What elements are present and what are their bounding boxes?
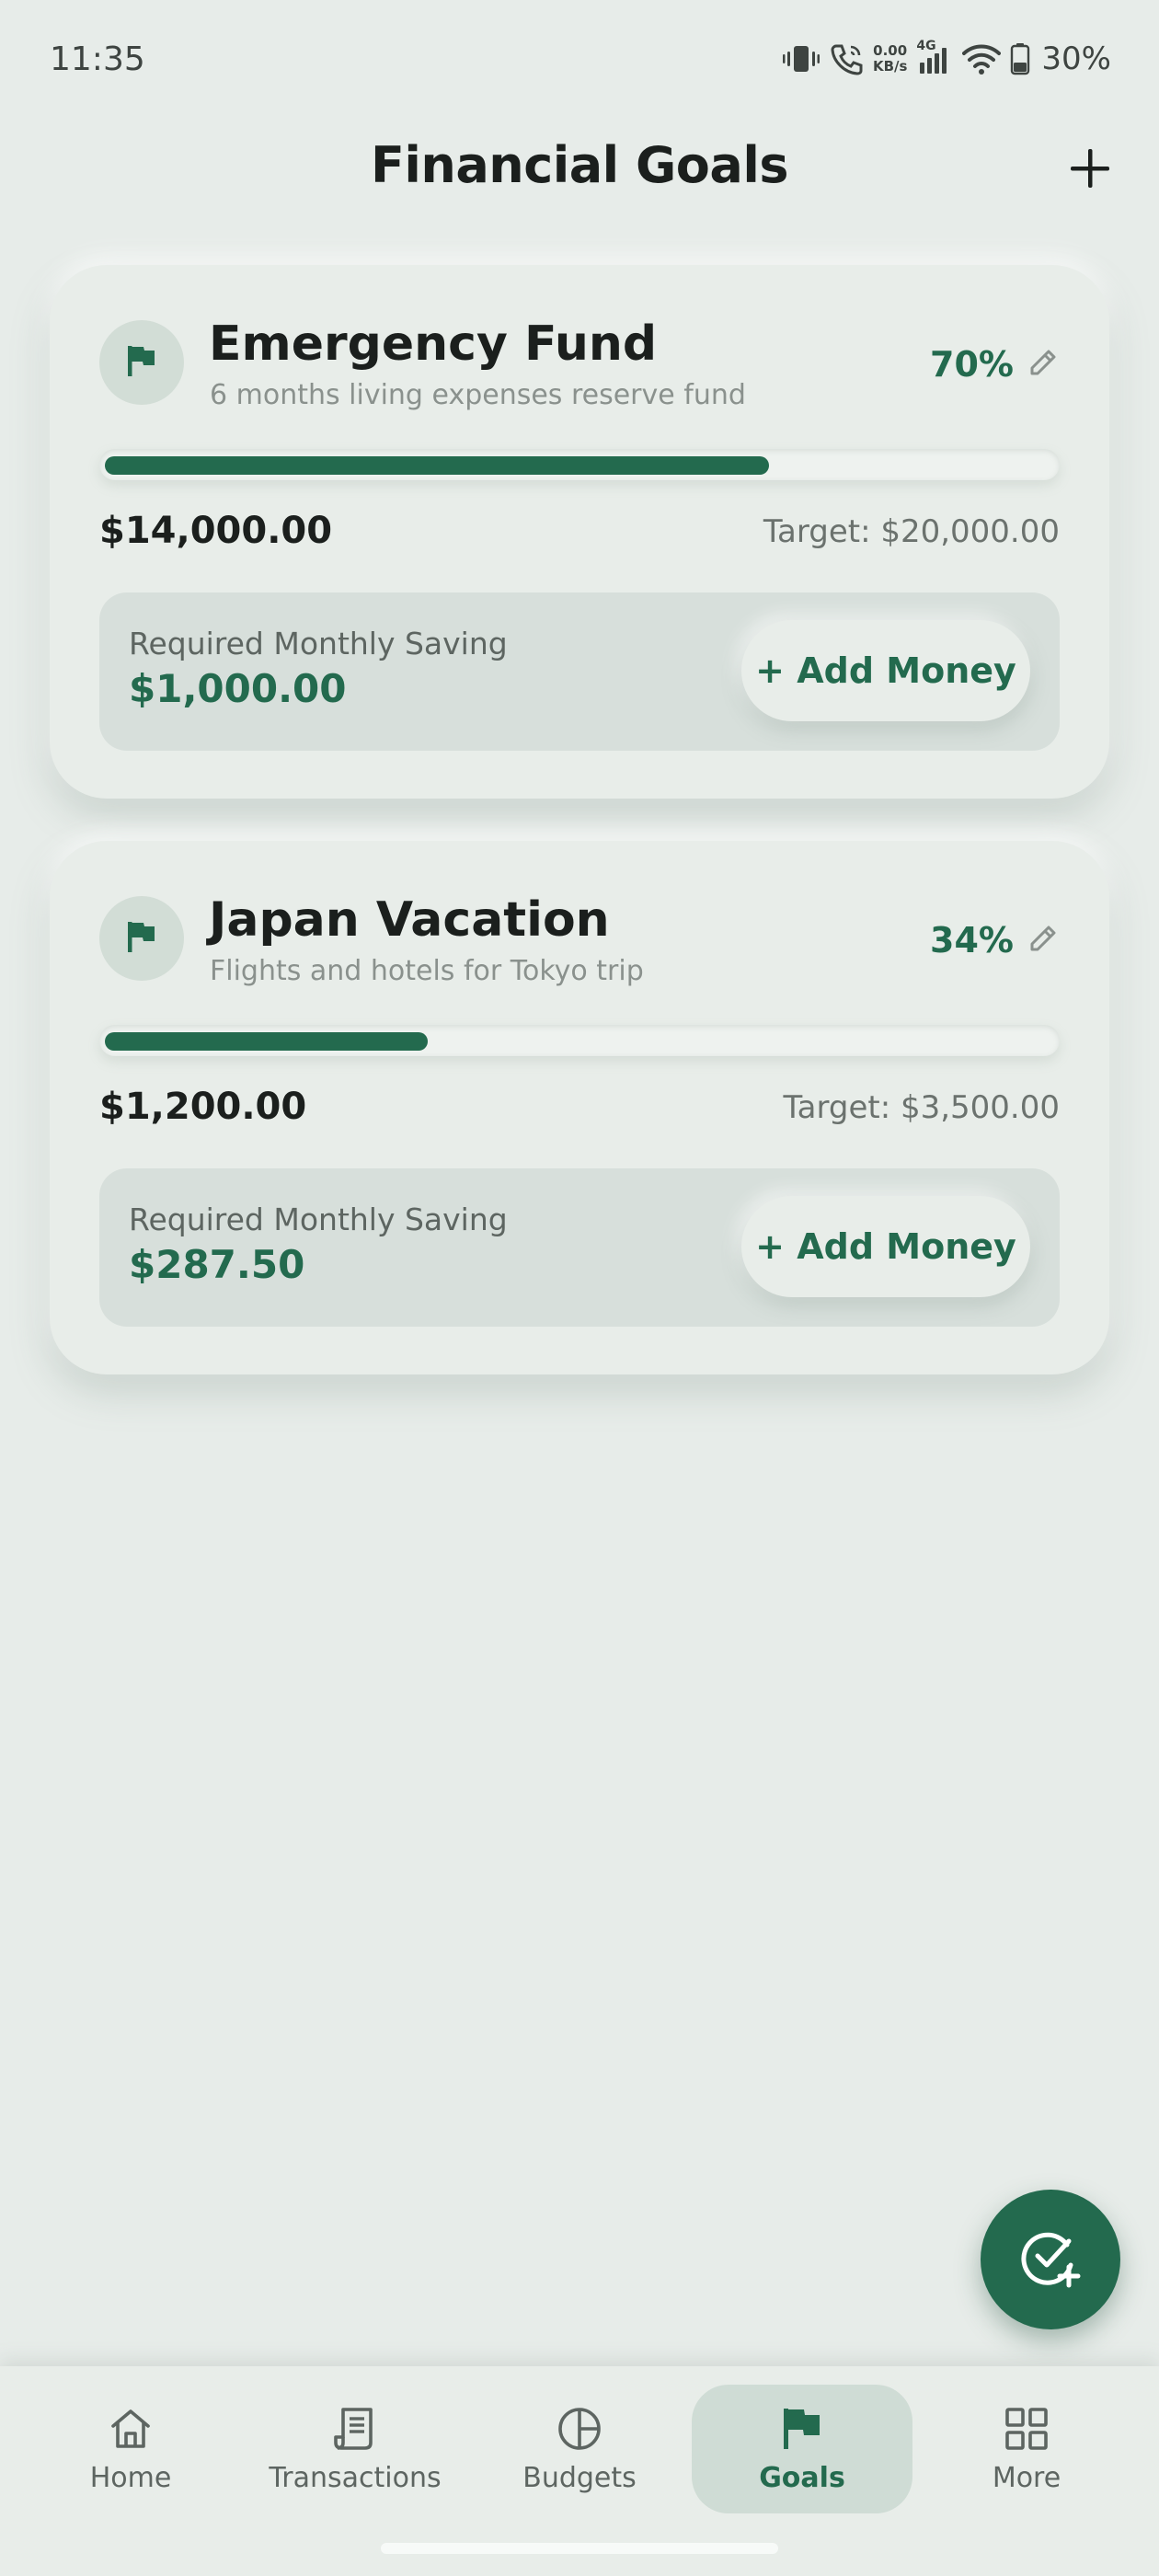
nav-item-home[interactable]: Home bbox=[20, 2385, 241, 2513]
monthly-saving-label: Required Monthly Saving bbox=[129, 626, 508, 661]
receipt-icon bbox=[332, 2403, 378, 2455]
nav-label: More bbox=[992, 2462, 1061, 2494]
target-amount: Target: $3,500.00 bbox=[783, 1089, 1061, 1126]
monthly-saving-value: $287.50 bbox=[129, 1242, 305, 1287]
net-speed-value: 0.00 bbox=[873, 42, 908, 59]
nav-item-budgets[interactable]: Budgets bbox=[469, 2385, 690, 2513]
signal-icon: 4G bbox=[916, 39, 953, 75]
nav-label: Transactions bbox=[269, 2462, 442, 2494]
status-bar: 11:35 0.00 KB/s 4G 30% bbox=[0, 0, 1159, 120]
home-icon bbox=[108, 2403, 154, 2455]
saved-amount: $14,000.00 bbox=[99, 510, 333, 552]
pie-chart-icon bbox=[557, 2403, 602, 2455]
goal-card[interactable]: Emergency Fund 6 months living expenses … bbox=[50, 265, 1109, 799]
goal-flag-badge bbox=[99, 896, 184, 981]
vibrate-icon bbox=[782, 42, 820, 75]
nav-item-transactions[interactable]: Transactions bbox=[245, 2385, 465, 2513]
goal-progress-bar bbox=[99, 449, 1060, 480]
app-header: Financial Goals bbox=[0, 120, 1159, 215]
add-goal-button[interactable] bbox=[1058, 138, 1122, 202]
call-icon bbox=[829, 42, 864, 75]
goal-title: Japan Vacation bbox=[209, 892, 610, 948]
nav-label: Home bbox=[89, 2462, 172, 2494]
battery-icon bbox=[1010, 42, 1030, 75]
edit-icon[interactable] bbox=[1027, 922, 1060, 955]
target-amount: Target: $20,000.00 bbox=[763, 513, 1060, 550]
wifi-icon bbox=[962, 42, 1002, 75]
monthly-saving-label: Required Monthly Saving bbox=[129, 1202, 508, 1237]
monthly-saving-value: $1,000.00 bbox=[129, 666, 347, 711]
flag-icon bbox=[125, 343, 158, 382]
goal-card[interactable]: Japan Vacation Flights and hotels for To… bbox=[50, 841, 1109, 1374]
goal-flag-badge bbox=[99, 320, 184, 405]
goal-progress-bar bbox=[99, 1025, 1060, 1056]
net-speed: 0.00 KB/s bbox=[873, 43, 907, 75]
flag-icon bbox=[779, 2403, 825, 2455]
add-money-button[interactable]: + Add Money bbox=[741, 1196, 1030, 1297]
add-money-button[interactable]: + Add Money bbox=[741, 620, 1030, 721]
goal-description: 6 months living expenses reserve fund bbox=[210, 379, 746, 411]
goal-progress-fill bbox=[105, 456, 769, 475]
edit-icon[interactable] bbox=[1027, 346, 1060, 379]
goal-description: Flights and hotels for Tokyo trip bbox=[210, 955, 644, 987]
monthly-saving-panel: Required Monthly Saving $1,000.00 + Add … bbox=[99, 592, 1060, 751]
nav-item-goals[interactable]: Goals bbox=[692, 2385, 912, 2513]
status-time: 11:35 bbox=[50, 40, 145, 78]
status-icons: 0.00 KB/s 4G 30% bbox=[782, 39, 1111, 77]
nav-label: Goals bbox=[759, 2462, 845, 2494]
plus-icon bbox=[1069, 147, 1111, 193]
monthly-saving-panel: Required Monthly Saving $287.50 + Add Mo… bbox=[99, 1168, 1060, 1327]
home-indicator[interactable] bbox=[381, 2543, 778, 2554]
flag-icon bbox=[125, 919, 158, 958]
add-goal-fab[interactable] bbox=[981, 2190, 1120, 2329]
battery-level: 30% bbox=[1041, 40, 1111, 77]
net-speed-unit: KB/s bbox=[872, 58, 908, 75]
nav-item-more[interactable]: More bbox=[916, 2385, 1137, 2513]
goal-percent: 70% bbox=[930, 344, 1014, 385]
goal-percent: 34% bbox=[930, 920, 1014, 960]
nav-label: Budgets bbox=[522, 2462, 637, 2494]
saved-amount: $1,200.00 bbox=[99, 1086, 307, 1128]
goal-title: Emergency Fund bbox=[209, 316, 658, 372]
check-add-icon bbox=[1017, 2225, 1084, 2294]
grid-icon bbox=[1004, 2403, 1050, 2455]
page-title: Financial Goals bbox=[370, 136, 789, 194]
goal-progress-fill bbox=[105, 1032, 428, 1051]
